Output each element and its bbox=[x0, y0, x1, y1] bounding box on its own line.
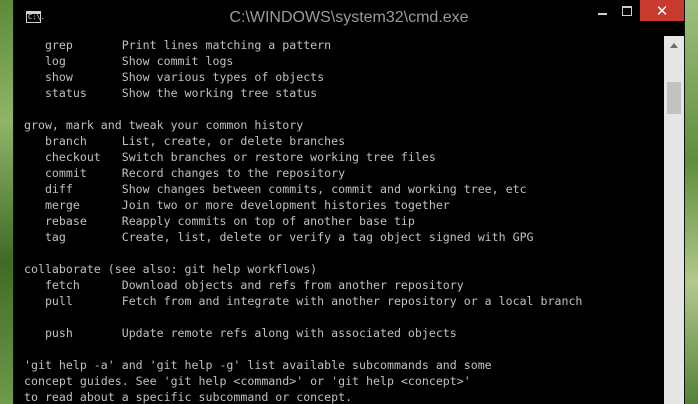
scroll-up-button[interactable] bbox=[664, 36, 684, 54]
console-line: grow, mark and tweak your common history bbox=[24, 118, 304, 132]
chevron-up-icon bbox=[670, 42, 678, 48]
console-output[interactable]: grep Print lines matching a pattern log … bbox=[24, 37, 672, 404]
close-icon: ✕ bbox=[655, 1, 669, 20]
desktop-wallpaper-left bbox=[0, 0, 14, 404]
scroll-thumb[interactable] bbox=[667, 82, 681, 114]
window-title: C:\WINDOWS\system32\cmd.exe bbox=[229, 9, 469, 26]
console-line: show Show various types of objects bbox=[24, 70, 325, 84]
console-line: merge Join two or more development histo… bbox=[24, 198, 450, 212]
console-line: branch List, create, or delete branches bbox=[24, 134, 346, 148]
console-line: pull Fetch from and integrate with anoth… bbox=[24, 294, 583, 308]
maximize-button[interactable] bbox=[615, 0, 639, 22]
cmd-window: C:\. C:\WINDOWS\system32\cmd.exe ✕ grep … bbox=[14, 0, 684, 404]
console-line: fetch Download objects and refs from ano… bbox=[24, 278, 464, 292]
minimize-button[interactable] bbox=[589, 0, 615, 22]
console-line: tag Create, list, delete or verify a tag… bbox=[24, 230, 534, 244]
console-line: collaborate (see also: git help workflow… bbox=[24, 262, 318, 276]
console-line: grep Print lines matching a pattern bbox=[24, 38, 332, 52]
console-line: to read about a specific subcommand or c… bbox=[24, 390, 353, 404]
console-line: checkout Switch branches or restore work… bbox=[24, 150, 436, 164]
maximize-icon bbox=[622, 6, 632, 16]
console-line: concept guides. See 'git help <command>'… bbox=[24, 374, 471, 388]
console-line: log Show commit logs bbox=[24, 54, 234, 68]
minimize-icon bbox=[597, 13, 607, 15]
console-line: push Update remote refs along with assoc… bbox=[24, 326, 457, 340]
console-line: commit Record changes to the repository bbox=[24, 166, 346, 180]
title-bar[interactable]: C:\. C:\WINDOWS\system32\cmd.exe ✕ bbox=[14, 0, 684, 36]
console-line: status Show the working tree status bbox=[24, 86, 318, 100]
console-line: 'git help -a' and 'git help -g' list ava… bbox=[24, 358, 492, 372]
desktop-wallpaper-right bbox=[684, 0, 698, 404]
close-button[interactable]: ✕ bbox=[640, 0, 684, 21]
vertical-scrollbar[interactable] bbox=[664, 36, 684, 404]
console-line: diff Show changes between commits, commi… bbox=[24, 182, 527, 196]
console-line: rebase Reapply commits on top of another… bbox=[24, 214, 415, 228]
